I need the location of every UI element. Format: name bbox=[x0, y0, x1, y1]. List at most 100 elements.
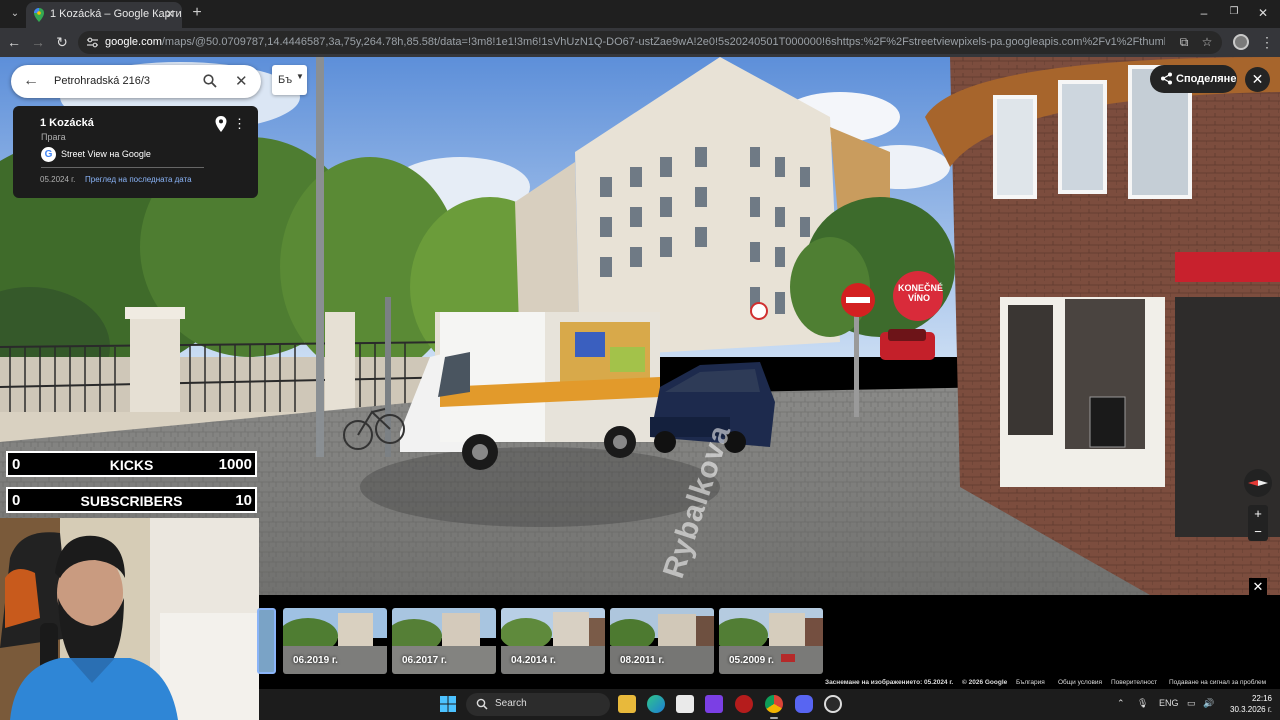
subscribers-counter: SUBSCRIBERS 0 10 bbox=[6, 487, 257, 513]
caret-down-icon: ▼ bbox=[296, 72, 304, 81]
privacy-link[interactable]: Поверителност bbox=[1111, 679, 1157, 686]
timeline-date: 08.2011 г. bbox=[620, 655, 665, 666]
input-language[interactable]: ENG bbox=[1159, 698, 1179, 708]
map-pin-icon[interactable] bbox=[215, 116, 227, 132]
timeline-thumbnail[interactable]: 06.2019 г. bbox=[283, 608, 387, 674]
terms-link[interactable]: Общи условия bbox=[1058, 679, 1102, 686]
windows-start-icon[interactable] bbox=[440, 696, 456, 712]
timeline-date: 06.2017 г. bbox=[402, 655, 447, 666]
tab-title: 1 Kozácká – Google Карти bbox=[50, 8, 182, 20]
file-explorer-icon[interactable] bbox=[618, 695, 636, 713]
timeline-date: 04.2014 г. bbox=[511, 655, 556, 666]
browser-toolbar: ← → ↻ google.com/maps/@50.0709787,14.444… bbox=[0, 28, 1280, 57]
counter-current: 0 bbox=[12, 492, 21, 509]
app-icon[interactable] bbox=[824, 695, 842, 713]
zoom-in-button[interactable]: + bbox=[1248, 505, 1268, 523]
tab-close-icon[interactable]: ✕ bbox=[165, 7, 175, 21]
close-street-view-icon[interactable]: ✕ bbox=[1245, 67, 1270, 92]
timeline-date: 06.2019 г. bbox=[293, 655, 338, 666]
app-icon[interactable] bbox=[705, 695, 723, 713]
obs-icon[interactable] bbox=[735, 695, 753, 713]
report-problem-link[interactable]: Подаване на сигнал за проблем bbox=[1169, 679, 1266, 686]
zoom-out-button[interactable]: − bbox=[1248, 523, 1268, 541]
edge-browser-icon[interactable] bbox=[647, 695, 665, 713]
system-clock[interactable]: 22:16 30.3.2026 г. bbox=[1226, 693, 1272, 715]
counter-goal: 1000 bbox=[218, 456, 252, 473]
compass-icon[interactable] bbox=[1244, 469, 1272, 497]
search-icon[interactable] bbox=[203, 74, 217, 88]
store-icon[interactable] bbox=[676, 695, 694, 713]
taskbar-search-label: Search bbox=[495, 698, 527, 709]
timeline-date: 05.2009 г. bbox=[729, 655, 774, 666]
timeline-thumbnail[interactable]: 05.2009 г. bbox=[719, 608, 823, 674]
browser-tab-bar: ⌄ 1 Kozácká – Google Карти ✕ + – ❐ ✕ bbox=[0, 0, 1280, 28]
url-path: /maps/@50.0709787,14.4446587,3a,75y,264.… bbox=[161, 36, 1165, 48]
tray-overflow-icon[interactable]: ⌃ bbox=[1117, 698, 1125, 709]
divider bbox=[41, 167, 204, 168]
new-tab-icon[interactable]: + bbox=[188, 4, 206, 22]
share-icon bbox=[1161, 72, 1172, 85]
language-label: Бъ bbox=[278, 74, 293, 86]
webcam-feed bbox=[0, 518, 259, 720]
search-box[interactable]: ← Petrohradská 216/3 ✕ bbox=[11, 65, 261, 98]
profile-avatar-icon[interactable] bbox=[1233, 34, 1249, 50]
minimize-icon[interactable]: – bbox=[1196, 6, 1212, 20]
timeline-filmstrip: 06.2019 г. 06.2017 г. 04.2014 г. 08.2011… bbox=[257, 595, 1280, 688]
browser-tab[interactable]: 1 Kozácká – Google Карти ✕ bbox=[26, 2, 182, 28]
clock-date: 30.3.2026 г. bbox=[1230, 705, 1272, 714]
screen: ⌄ 1 Kozácká – Google Карти ✕ + – ❐ ✕ ← →… bbox=[0, 0, 1280, 720]
windows-taskbar: Search ⌃ 🎙 ENG ▭ 🔊 22:16 30.3.2026 г. bbox=[259, 689, 1280, 720]
timeline-thumbnail[interactable]: 08.2011 г. bbox=[610, 608, 714, 674]
maps-footer: Заснемане на изображението: 05.2024 г. ©… bbox=[820, 679, 1280, 689]
tab-search-icon[interactable]: ⌄ bbox=[6, 5, 24, 23]
clock-time: 22:16 bbox=[1251, 694, 1272, 703]
active-app-indicator bbox=[770, 717, 778, 719]
search-icon bbox=[476, 698, 488, 710]
timeline-thumbnail[interactable]: 04.2014 г. bbox=[501, 608, 605, 674]
google-maps-favicon-icon bbox=[34, 8, 44, 22]
place-city: Прага bbox=[41, 132, 66, 142]
forward-icon[interactable]: → bbox=[29, 33, 47, 51]
microphone-icon[interactable]: 🎙 bbox=[1137, 698, 1148, 709]
place-title[interactable]: 1 Kozácká bbox=[40, 117, 94, 129]
install-app-icon[interactable]: ⧉ bbox=[1177, 35, 1191, 49]
more-options-icon[interactable]: ⋮ bbox=[233, 116, 246, 132]
reload-icon[interactable]: ↻ bbox=[53, 33, 71, 51]
discord-icon[interactable] bbox=[795, 695, 813, 713]
webcam-image bbox=[0, 518, 259, 720]
view-latest-date-link[interactable]: Преглед на последната дата bbox=[85, 175, 192, 184]
network-icon[interactable]: ▭ bbox=[1187, 698, 1196, 709]
google-logo-icon: G bbox=[41, 147, 56, 162]
counter-label: SUBSCRIBERS bbox=[80, 493, 183, 509]
clear-search-icon[interactable]: ✕ bbox=[235, 72, 248, 90]
language-selector[interactable]: Бъ ▼ bbox=[272, 65, 307, 95]
volume-icon[interactable]: 🔊 bbox=[1203, 698, 1214, 709]
timeline-thumbnail-current[interactable] bbox=[257, 608, 276, 674]
url-text: google.com/maps/@50.0709787,14.4446587,3… bbox=[105, 36, 1165, 48]
site-info-icon[interactable] bbox=[86, 36, 99, 49]
address-bar[interactable]: google.com/maps/@50.0709787,14.4446587,3… bbox=[78, 31, 1222, 54]
counter-goal: 10 bbox=[235, 492, 252, 509]
chrome-icon[interactable] bbox=[765, 695, 783, 713]
counter-current: 0 bbox=[12, 456, 21, 473]
url-host: google.com bbox=[105, 36, 162, 48]
location-info-card: 1 Kozácká Прага ⋮ G Street View на Googl… bbox=[13, 106, 258, 198]
share-label: Споделяне bbox=[1176, 73, 1237, 85]
search-input[interactable]: Petrohradská 216/3 bbox=[54, 75, 150, 87]
kicks-counter: KICKS 0 1000 bbox=[6, 451, 257, 477]
back-icon[interactable]: ← bbox=[5, 33, 23, 51]
back-arrow-icon[interactable]: ← bbox=[23, 72, 39, 90]
timeline-thumbnail[interactable]: 06.2017 г. bbox=[392, 608, 496, 674]
street-view-provider: Street View на Google bbox=[61, 149, 151, 159]
bookmark-star-icon[interactable]: ☆ bbox=[1200, 35, 1214, 49]
country-link[interactable]: България bbox=[1016, 679, 1045, 686]
copyright: © 2026 Google bbox=[962, 679, 1008, 686]
close-timeline-icon[interactable]: ✕ bbox=[1249, 578, 1267, 596]
taskbar-search-box[interactable]: Search bbox=[466, 693, 610, 716]
window-close-icon[interactable]: ✕ bbox=[1255, 6, 1271, 20]
restore-icon[interactable]: ❐ bbox=[1226, 6, 1242, 17]
capture-date-footer: Заснемане на изображението: 05.2024 г. bbox=[825, 679, 954, 686]
share-button[interactable]: Споделяне bbox=[1150, 65, 1237, 93]
browser-menu-icon[interactable]: ⋮ bbox=[1260, 34, 1274, 51]
capture-date: 05.2024 г. bbox=[40, 175, 76, 184]
